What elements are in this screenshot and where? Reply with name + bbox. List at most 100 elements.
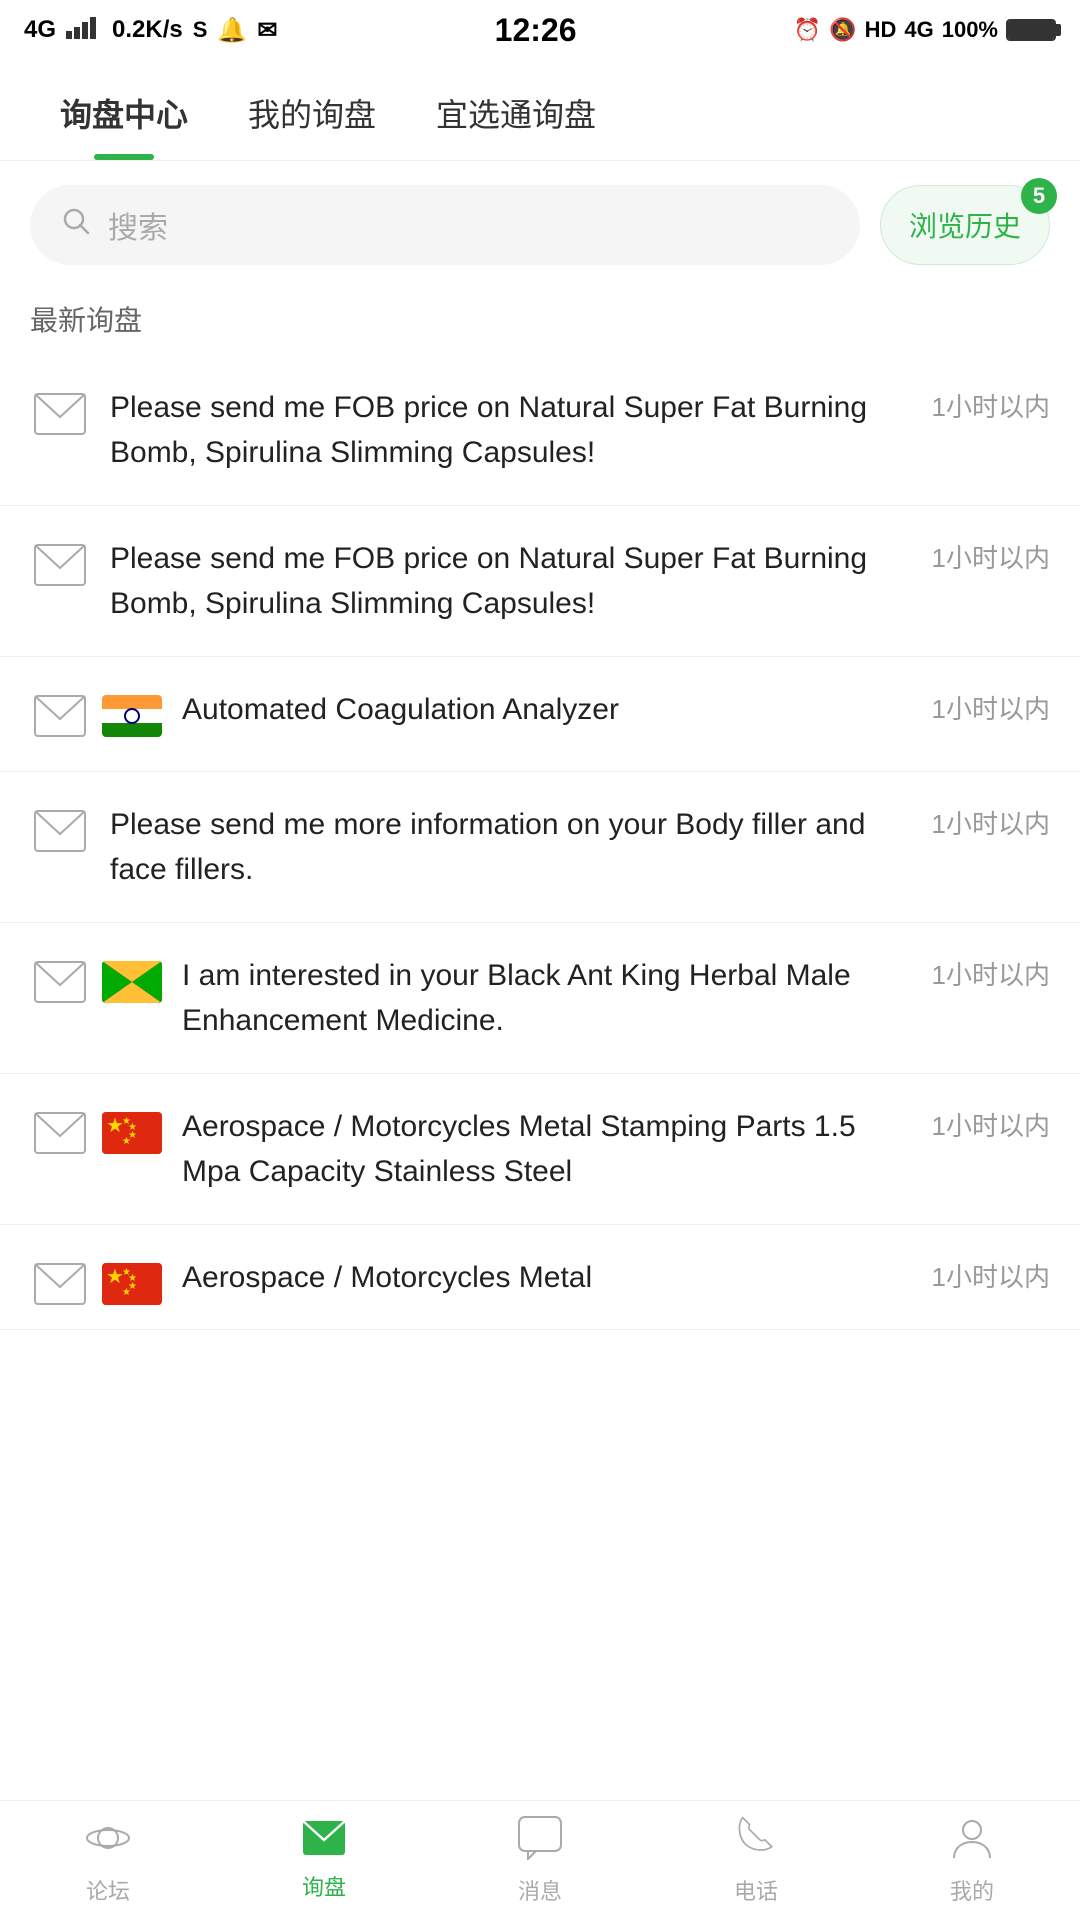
mail-status-icon: ✉ [257, 16, 277, 45]
signal-text: 4G [24, 16, 56, 44]
inquiry-text: Please send me FOB price on Natural Supe… [110, 536, 920, 626]
inquiry-text: Please send me FOB price on Natural Supe… [110, 385, 920, 475]
inquiry-content: Automated Coagulation Analyzer 1小时以内 [182, 687, 1050, 732]
inquiry-time: 1小时以内 [932, 1255, 1050, 1294]
chakra [124, 708, 140, 724]
tabs: 询盘中心 我的询盘 宜选通询盘 [0, 60, 1080, 161]
icon-area: ★ ★ ★ ★ ★ [30, 1104, 162, 1158]
inquiry-text: I am interested in your Black Ant King H… [182, 953, 920, 1043]
inquiry-text-row: Please send me FOB price on Natural Supe… [110, 536, 1050, 626]
battery-fill [1008, 21, 1054, 39]
inquiry-text-row: Please send me more information on your … [110, 802, 1050, 892]
list-item[interactable]: ★ ★ ★ ★ ★ Aerospace / Motorcycles Metal … [0, 1225, 1080, 1330]
hd-icon: HD [865, 17, 897, 43]
inquiry-content: I am interested in your Black Ant King H… [182, 953, 1050, 1043]
svg-text:★: ★ [122, 1287, 131, 1298]
search-box[interactable]: 搜索 [30, 185, 860, 265]
chat-icon [518, 1816, 562, 1868]
bell-icon: 🔔 [217, 16, 247, 45]
signal-bars [66, 15, 102, 46]
inquiry-time: 1小时以内 [932, 536, 1050, 575]
flag-india [102, 695, 162, 737]
inquiry-content: Please send me FOB price on Natural Supe… [110, 536, 1050, 626]
inquiry-list: Please send me FOB price on Natural Supe… [0, 355, 1080, 1330]
nav-forum-label: 论坛 [86, 1874, 130, 1906]
inquiry-text: Aerospace / Motorcycles Metal Stamping P… [182, 1104, 920, 1194]
search-placeholder: 搜索 [108, 203, 168, 247]
browse-history-badge: 5 [1021, 178, 1057, 214]
mail-icon [30, 806, 90, 856]
inquiry-time: 1小时以内 [932, 953, 1050, 992]
list-item[interactable]: Please send me FOB price on Natural Supe… [0, 355, 1080, 506]
section-title: 最新询盘 [0, 289, 1080, 355]
speed-text: 0.2K/s [112, 16, 183, 44]
icon-area [30, 687, 162, 741]
person-icon [952, 1816, 992, 1868]
inquiry-text-row: Aerospace / Motorcycles Metal 1小时以内 [182, 1255, 1050, 1300]
mail-icon [30, 691, 90, 741]
inquiry-time: 1小时以内 [932, 802, 1050, 841]
status-bar: 4G 0.2K/s S 🔔 ✉ 12:26 ⏰ 🔕 HD 4G 100% [0, 0, 1080, 60]
nav-message[interactable]: 消息 [432, 1816, 648, 1906]
mail-icon [30, 389, 90, 439]
nav-mine-label: 我的 [950, 1874, 994, 1906]
mail-icon [30, 1259, 90, 1309]
inquiry-text: Please send me more information on your … [110, 802, 920, 892]
icon-area [30, 385, 90, 439]
tab-inquiry-center[interactable]: 询盘中心 [30, 60, 218, 160]
battery-percent: 100% [942, 17, 998, 43]
list-item[interactable]: Automated Coagulation Analyzer 1小时以内 [0, 657, 1080, 772]
mail-icon [30, 1108, 90, 1158]
mail-icon [30, 957, 90, 1007]
tab-my-inquiry[interactable]: 我的询盘 [218, 60, 406, 160]
inquiry-content: Please send me FOB price on Natural Supe… [110, 385, 1050, 475]
list-item[interactable]: ★ ★ ★ ★ ★ Aerospace / Motorcycles Metal … [0, 1074, 1080, 1225]
nav-inquiry-label: 询盘 [302, 1870, 346, 1902]
nav-phone-label: 电话 [734, 1874, 778, 1906]
nav-phone[interactable]: 电话 [648, 1816, 864, 1906]
alarm-icon: ⏰ [794, 17, 821, 43]
clock-display: 12:26 [495, 12, 577, 49]
browse-history-button[interactable]: 浏览历史 5 [880, 185, 1050, 265]
inquiry-text: Automated Coagulation Analyzer [182, 687, 920, 732]
inquiry-text-row: Automated Coagulation Analyzer 1小时以内 [182, 687, 1050, 732]
flag-china: ★ ★ ★ ★ ★ [102, 1112, 162, 1154]
status-right: ⏰ 🔕 HD 4G 100% [794, 17, 1056, 43]
inquiry-time: 1小时以内 [932, 687, 1050, 726]
search-row: 搜索 浏览历史 5 [0, 161, 1080, 289]
inquiry-text-row: Please send me FOB price on Natural Supe… [110, 385, 1050, 475]
inquiry-content: Aerospace / Motorcycles Metal Stamping P… [182, 1104, 1050, 1194]
tab-selected-inquiry[interactable]: 宜选通询盘 [406, 60, 626, 160]
s-icon: S [193, 17, 208, 43]
inquiry-text: Aerospace / Motorcycles Metal [182, 1255, 920, 1300]
inquiry-content: Aerospace / Motorcycles Metal 1小时以内 [182, 1255, 1050, 1300]
battery-bar [1006, 19, 1056, 41]
inquiry-text-row: I am interested in your Black Ant King H… [182, 953, 1050, 1043]
list-item[interactable]: I am interested in your Black Ant King H… [0, 923, 1080, 1074]
icon-area: ★ ★ ★ ★ ★ [30, 1255, 162, 1309]
nav-message-label: 消息 [518, 1874, 562, 1906]
icon-area [30, 802, 90, 856]
nav-mine[interactable]: 我的 [864, 1816, 1080, 1906]
inquiry-time: 1小时以内 [932, 1104, 1050, 1143]
status-left: 4G 0.2K/s S 🔔 ✉ [24, 15, 277, 46]
bottom-nav: 论坛 询盘 消息 电话 [0, 1800, 1080, 1920]
icon-area [30, 953, 162, 1007]
phone-icon [736, 1816, 776, 1868]
list-item[interactable]: Please send me FOB price on Natural Supe… [0, 506, 1080, 657]
inquiry-text-row: Aerospace / Motorcycles Metal Stamping P… [182, 1104, 1050, 1194]
svg-text:★: ★ [122, 1136, 131, 1147]
nav-forum[interactable]: 论坛 [0, 1816, 216, 1906]
inquiry-content: Please send me more information on your … [110, 802, 1050, 892]
mail-nav-icon [302, 1820, 346, 1864]
inquiry-time: 1小时以内 [932, 385, 1050, 424]
nav-inquiry[interactable]: 询盘 [216, 1820, 432, 1902]
planet-icon [86, 1816, 130, 1868]
list-item[interactable]: Please send me more information on your … [0, 772, 1080, 923]
icon-area [30, 536, 90, 590]
flag-jamaica [102, 961, 162, 1003]
4g-icon: 4G [904, 17, 933, 43]
mute-icon: 🔕 [829, 17, 856, 43]
flag-china: ★ ★ ★ ★ ★ [102, 1263, 162, 1305]
mail-icon [30, 540, 90, 590]
